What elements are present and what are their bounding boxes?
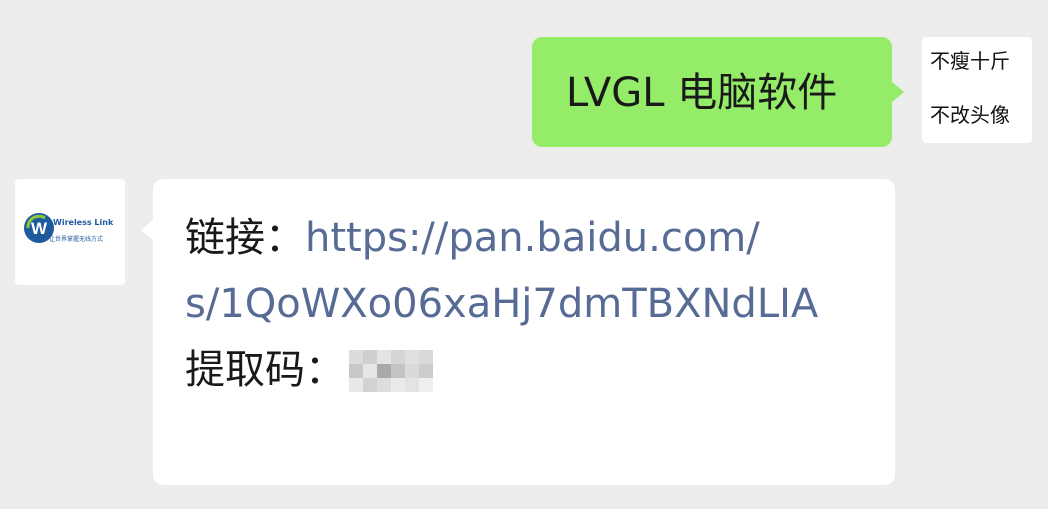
self-avatar-line-2: 不改头像 bbox=[930, 103, 1010, 127]
logo-tagline: 让世界掌握无线方式 bbox=[49, 236, 104, 243]
outgoing-message-text: LVGL 电脑软件 bbox=[566, 70, 838, 116]
link-continuation-line: s/1QoWXo06xaHj7dmTBXNdLIA bbox=[185, 280, 818, 328]
link-label: 链接： bbox=[185, 215, 305, 261]
link-url-part-2[interactable]: s/1QoWXo06xaHj7dmTBXNdLIA bbox=[185, 281, 818, 327]
incoming-message-bubble[interactable]: 链接：https://pan.baidu.com/ s/1QoWXo06xaHj… bbox=[141, 179, 895, 485]
extraction-code-line: 提取码： bbox=[185, 346, 441, 394]
extraction-code-label: 提取码： bbox=[185, 347, 345, 393]
self-avatar[interactable]: 不瘦十斤 不改头像 bbox=[922, 37, 1032, 143]
logo-name: Wireless Link bbox=[53, 218, 114, 227]
self-avatar-line-1: 不瘦十斤 bbox=[930, 49, 1010, 73]
peer-avatar[interactable]: W Wireless Link 让世界掌握无线方式 bbox=[15, 179, 125, 285]
redacted-code-mosaic bbox=[349, 350, 441, 392]
link-url-part-1[interactable]: https://pan.baidu.com/ bbox=[305, 215, 760, 261]
logo-letter: W bbox=[31, 219, 48, 238]
outgoing-message-bubble[interactable]: LVGL 电脑软件 bbox=[532, 37, 904, 147]
link-line: 链接：https://pan.baidu.com/ bbox=[185, 214, 760, 262]
